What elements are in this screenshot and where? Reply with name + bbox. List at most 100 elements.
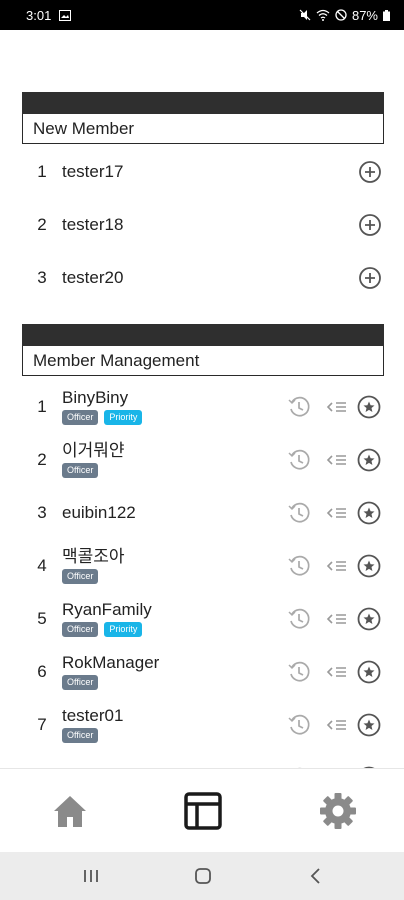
list-item: 3 tester20: [22, 251, 384, 304]
member-name: 맥콜조아: [62, 546, 125, 566]
member-info: euibin122: [62, 503, 136, 523]
table-row: 4 맥콜조아 Officer: [22, 539, 384, 592]
row-number: 1: [37, 161, 47, 181]
officer-badge: Officer: [62, 727, 99, 743]
wifi-icon: [316, 9, 330, 21]
section-header-bar: [22, 324, 384, 346]
member-info: RokManager Officer: [62, 653, 159, 691]
member-name: RokManager: [62, 652, 160, 672]
history-icon[interactable]: [286, 553, 312, 579]
star-icon[interactable]: [356, 553, 382, 579]
member-management-list[interactable]: 1 BinyBiny Officer Priority 2 이거뭐얀 Office…: [22, 380, 384, 768]
back-icon[interactable]: [305, 866, 327, 886]
battery-icon: [383, 9, 390, 21]
member-info: 맥콜조아 Officer: [62, 547, 125, 585]
priority-badge: Priority: [104, 621, 143, 637]
member-name: tester17: [62, 161, 124, 181]
member-badges: Officer: [62, 727, 123, 744]
row-number: 4: [37, 555, 47, 575]
row-number: 2: [37, 449, 47, 469]
member-name: tester01: [62, 705, 124, 725]
battery-level: 87%: [351, 7, 378, 23]
task-list-icon[interactable]: [324, 447, 350, 473]
table-row: 5 RyanFamily Officer Priority: [22, 592, 384, 645]
recent-apps-icon[interactable]: [80, 866, 102, 886]
row-number: 3: [37, 502, 47, 522]
officer-badge: Officer: [62, 462, 99, 478]
home-icon[interactable]: [50, 791, 90, 831]
row-number: 2: [37, 214, 47, 234]
task-list-icon[interactable]: [324, 712, 350, 738]
member-badges: Officer: [62, 674, 159, 691]
mute-icon: [299, 9, 311, 21]
history-icon[interactable]: [286, 659, 312, 685]
row-number: 1: [37, 396, 47, 416]
new-member-list: 1 tester17 2 tester18 3 tester20: [22, 145, 384, 304]
history-icon[interactable]: [286, 712, 312, 738]
member-badges: Officer: [62, 568, 125, 585]
task-list-icon[interactable]: [324, 500, 350, 526]
officer-badge: Officer: [62, 568, 99, 584]
row-number: 5: [37, 608, 47, 628]
officer-badge: Officer: [62, 409, 99, 425]
star-icon[interactable]: [356, 447, 382, 473]
task-list-icon[interactable]: [324, 606, 350, 632]
member-badges: Officer Priority: [62, 621, 152, 638]
row-number: 6: [37, 661, 47, 681]
member-name: euibin122: [62, 502, 136, 522]
table-row: 2 이거뭐얀 Officer: [22, 433, 384, 486]
table-row: 1 BinyBiny Officer Priority: [22, 380, 384, 433]
member-management-title: Member Management: [22, 346, 384, 376]
task-list-icon[interactable]: [324, 394, 350, 420]
member-name: 이거뭐얀: [62, 440, 125, 460]
task-list-icon[interactable]: [324, 553, 350, 579]
row-number: 3: [37, 267, 47, 287]
member-name: BinyBiny: [62, 387, 129, 407]
new-member-section: New Member: [22, 92, 384, 144]
blocked-icon: [335, 9, 347, 21]
system-nav-bar: [0, 852, 404, 900]
status-time: 3:01: [26, 7, 52, 23]
star-icon[interactable]: [356, 394, 382, 420]
star-icon[interactable]: [356, 712, 382, 738]
table-row: 6 RokManager Officer: [22, 645, 384, 698]
member-info: 이거뭐얀 Officer: [62, 441, 125, 479]
task-list-icon[interactable]: [324, 659, 350, 685]
star-icon[interactable]: [356, 500, 382, 526]
history-icon[interactable]: [286, 447, 312, 473]
status-bar: 3:01 87%: [0, 0, 404, 30]
member-management-section: Member Management: [22, 324, 384, 376]
history-icon[interactable]: [286, 500, 312, 526]
priority-badge: Priority: [104, 409, 143, 425]
add-member-icon[interactable]: [358, 160, 382, 184]
gallery-icon: [59, 9, 72, 21]
new-member-title: New Member: [22, 114, 384, 144]
list-item: 2 tester18: [22, 198, 384, 251]
table-row: 8 tester02: [22, 751, 384, 768]
member-badges: Officer Priority: [62, 409, 143, 426]
add-member-icon[interactable]: [358, 266, 382, 290]
board-icon[interactable]: [183, 791, 223, 831]
table-row: 7 tester01 Officer: [22, 698, 384, 751]
member-badges: Officer: [62, 462, 125, 479]
star-icon[interactable]: [356, 659, 382, 685]
bottom-nav: [0, 768, 404, 852]
list-item: 1 tester17: [22, 145, 384, 198]
history-icon[interactable]: [286, 394, 312, 420]
table-row: 3 euibin122: [22, 486, 384, 539]
section-header-bar: [22, 92, 384, 114]
officer-badge: Officer: [62, 674, 99, 690]
member-name: tester20: [62, 267, 124, 287]
system-home-icon[interactable]: [192, 866, 214, 886]
member-name: tester18: [62, 214, 124, 234]
member-info: BinyBiny Officer Priority: [62, 387, 143, 426]
row-number: 7: [37, 714, 47, 734]
officer-badge: Officer: [62, 621, 99, 637]
member-info: tester01 Officer: [62, 706, 123, 744]
star-icon[interactable]: [356, 606, 382, 632]
history-icon[interactable]: [286, 606, 312, 632]
member-name: RyanFamily: [62, 599, 152, 619]
add-member-icon[interactable]: [358, 213, 382, 237]
settings-icon[interactable]: [318, 791, 358, 831]
member-info: RyanFamily Officer Priority: [62, 600, 152, 638]
